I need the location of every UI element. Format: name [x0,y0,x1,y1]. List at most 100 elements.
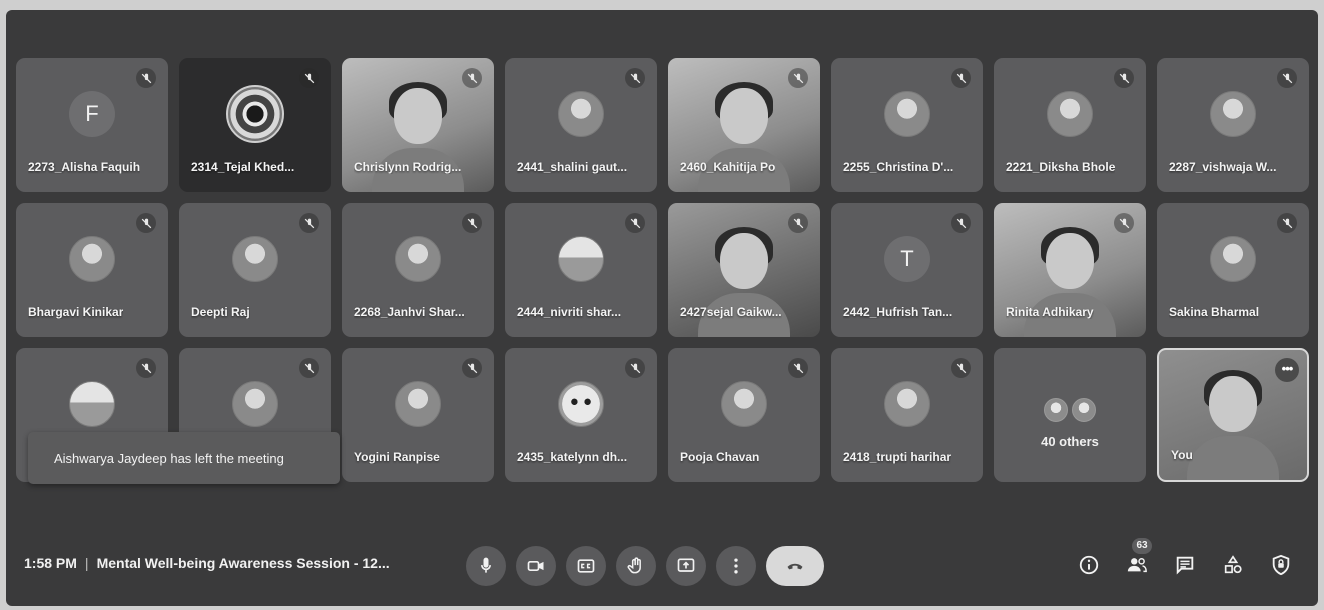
raise-hand-button[interactable] [616,546,656,586]
activities-icon [1224,555,1242,574]
others-label: 40 others [1041,434,1099,449]
participant-tile[interactable]: 2418_trupti harihar [831,348,983,482]
participant-name: 2418_trupti harihar [843,450,952,464]
mic-button[interactable] [466,546,506,586]
mic-off-icon [462,358,482,378]
participant-tile[interactable]: 2314_Tejal Khed... [179,58,331,192]
participant-tile[interactable]: Rinita Adhikary [994,203,1146,337]
participant-tile[interactable]: Yogini Ranpise [342,348,494,482]
info-button[interactable] [1076,552,1102,578]
participant-name: 2442_Hufrish Tan... [843,305,953,319]
participant-name: Bhargavi Kinikar [28,305,124,319]
avatar [884,381,930,428]
participant-name: Yogini Ranpise [354,450,440,464]
more-options-button[interactable] [716,546,756,586]
participant-name: 2427sejal Gaikw... [680,305,782,319]
participant-grid: F 2273_Alisha Faquih 2314_Tejal Khed... … [16,58,1309,482]
avatar [395,236,441,283]
participant-tile[interactable]: 2268_Janhvi Shar... [342,203,494,337]
avatar: T [884,236,930,283]
camera-icon [527,561,544,571]
more-vert-icon [734,558,738,574]
participant-tile[interactable]: 2460_Kahitija Po [668,58,820,192]
avatar [226,85,284,144]
host-controls-button[interactable] [1268,552,1294,578]
participant-name: 2287_vishwaja W... [1169,160,1277,174]
participant-tile[interactable]: Bhargavi Kinikar [16,203,168,337]
avatar [884,91,930,138]
avatar [558,381,604,428]
side-panel-controls: 63 [1076,538,1294,578]
participant-tile[interactable]: 2441_shalini gaut... [505,58,657,192]
participant-tile[interactable]: Deepti Raj [179,203,331,337]
mic-off-icon [951,68,971,88]
people-button[interactable]: 63 [1124,538,1152,578]
participant-name: 2460_Kahitija Po [680,160,776,174]
avatar [395,381,441,428]
participant-tile[interactable]: Pooja Chavan [668,348,820,482]
chat-button[interactable] [1172,552,1198,578]
participant-name: Chrislynn Rodrig... [354,160,462,174]
participant-tile[interactable]: 2444_nivriti shar... [505,203,657,337]
mic-off-icon [1114,213,1134,233]
camera-button[interactable] [516,546,556,586]
mic-off-icon [788,213,808,233]
mic-off-icon [625,68,645,88]
more-options-icon[interactable]: ••• [1275,358,1299,382]
captions-button[interactable] [566,546,606,586]
avatar [69,381,115,428]
mic-off-icon [1277,68,1297,88]
avatar [721,381,767,428]
end-call-button[interactable] [766,546,824,586]
mic-off-icon [1277,213,1297,233]
people-icon [1127,558,1147,573]
participant-name: 2435_katelynn dh... [517,450,628,464]
avatar [69,236,115,283]
participant-name: 2441_shalini gaut... [517,160,628,174]
mic-off-icon [462,68,482,88]
participant-tile[interactable]: 2427sejal Gaikw... [668,203,820,337]
meet-window: F 2273_Alisha Faquih 2314_Tejal Khed... … [6,10,1318,606]
activities-button[interactable] [1220,552,1246,578]
participant-tile[interactable]: Sakina Bharmal [1157,203,1309,337]
participant-name: 2314_Tejal Khed... [191,160,295,174]
participant-name: 2221_Diksha Bhole [1006,160,1116,174]
participant-name: Rinita Adhikary [1006,305,1094,319]
video-feed [698,74,790,192]
others-avatars [1044,398,1096,422]
raise-hand-icon [627,557,641,574]
meeting-title: Mental Well-being Awareness Session - 12… [96,555,390,571]
avatar [1047,91,1093,138]
participant-name: 2255_Christina D'... [843,160,954,174]
avatar [558,91,604,138]
participant-name: 2273_Alisha Faquih [28,160,141,174]
video-feed [698,219,790,337]
mic-off-icon [951,358,971,378]
notification-toast: Aishwarya Jaydeep has left the meeting [28,432,340,484]
participant-tile[interactable]: F 2273_Alisha Faquih [16,58,168,192]
mic-off-icon [951,213,971,233]
others-tile[interactable]: 40 others [994,348,1146,482]
info-icon [1079,555,1099,575]
present-button[interactable] [666,546,706,586]
participant-name: 2268_Janhvi Shar... [354,305,465,319]
participant-tile[interactable]: 2221_Diksha Bhole [994,58,1146,192]
participant-tile[interactable]: T 2442_Hufrish Tan... [831,203,983,337]
mic-off-icon [625,358,645,378]
participant-tile[interactable]: 2255_Christina D'... [831,58,983,192]
bottom-bar: 1:58 PM | Mental Well-being Awareness Se… [6,538,1318,590]
participant-tile[interactable]: Chrislynn Rodrig... [342,58,494,192]
participant-name: 2444_nivriti shar... [517,305,622,319]
avatar [232,381,278,428]
mic-off-icon [788,358,808,378]
participant-tile[interactable]: 2287_vishwaja W... [1157,58,1309,192]
participant-tile[interactable]: 2435_katelynn dh... [505,348,657,482]
separator: | [84,555,89,571]
mic-off-icon [299,213,319,233]
self-tile[interactable]: ••• You [1157,348,1309,482]
mic-off-icon [136,358,156,378]
self-video-feed [1187,362,1279,480]
mic-off-icon [625,213,645,233]
avatar [232,236,278,283]
avatar [558,236,604,283]
